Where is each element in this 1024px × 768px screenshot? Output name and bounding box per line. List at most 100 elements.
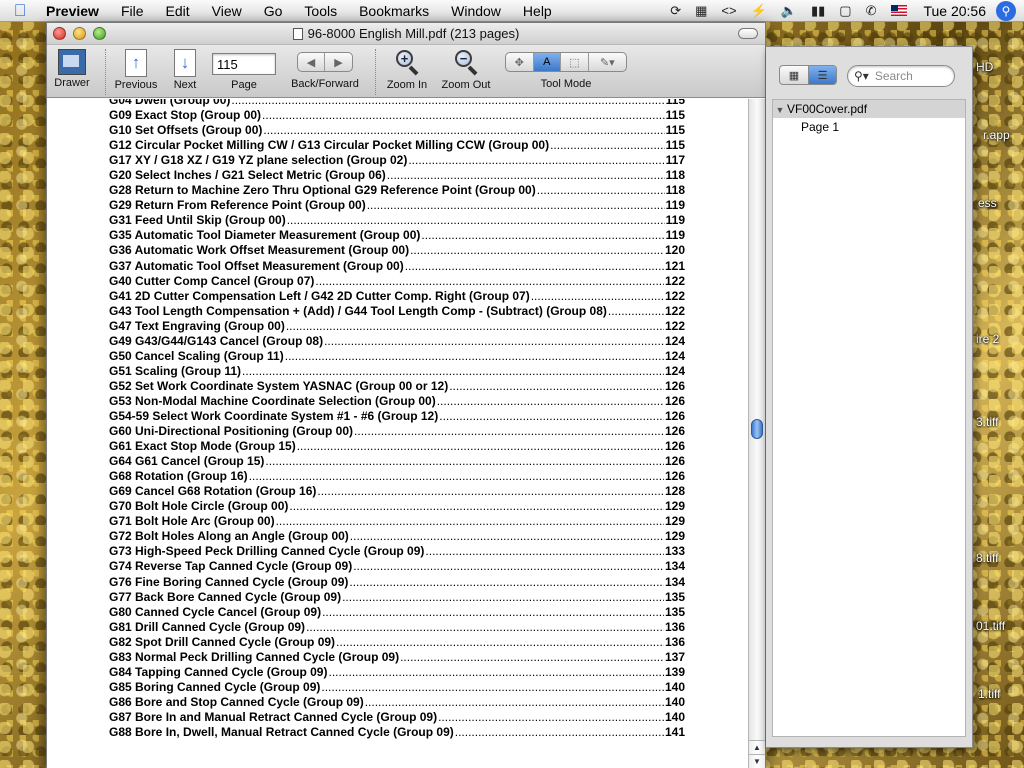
- toolbar-toggle-button[interactable]: [738, 28, 758, 39]
- outline-item-page[interactable]: Page 1: [773, 118, 965, 136]
- scroll-down-button[interactable]: ▼: [749, 754, 765, 768]
- toc-entry[interactable]: G60 Uni-Directional Positioning (Group 0…: [109, 424, 685, 439]
- toc-entry[interactable]: G43 Tool Length Compensation + (Add) / G…: [109, 304, 685, 319]
- toc-entry[interactable]: G31 Feed Until Skip (Group 00) 119: [109, 213, 685, 228]
- vertical-scrollbar[interactable]: ▲ ▼: [748, 99, 765, 768]
- desktop-label[interactable]: r.app: [983, 128, 1010, 142]
- toc-entry[interactable]: G54-59 Select Work Coordinate System #1 …: [109, 409, 685, 424]
- drawer-button[interactable]: Drawer: [49, 49, 95, 89]
- us-flag-icon[interactable]: [891, 5, 908, 16]
- desktop-label[interactable]: 1.tiff: [978, 687, 1000, 701]
- outline-view-icon[interactable]: ☰: [808, 66, 836, 84]
- close-button[interactable]: [53, 27, 66, 40]
- toc-entry[interactable]: G51 Scaling (Group 11) 124: [109, 364, 685, 379]
- toc-entry[interactable]: G85 Boring Canned Cycle (Group 09) 140: [109, 680, 685, 695]
- toc-entry[interactable]: G50 Cancel Scaling (Group 11) 124: [109, 349, 685, 364]
- menu-edit[interactable]: Edit: [155, 0, 201, 22]
- toc-entry[interactable]: G82 Spot Drill Canned Cycle (Group 09) 13…: [109, 635, 685, 650]
- toc-entry[interactable]: G53 Non-Modal Machine Coordinate Selecti…: [109, 394, 685, 409]
- menu-go[interactable]: Go: [253, 0, 294, 22]
- toc-entry[interactable]: G47 Text Engraving (Group 00) 122: [109, 319, 685, 334]
- next-button[interactable]: ↓ Next: [169, 49, 201, 91]
- desktop-label[interactable]: 3.tiff: [976, 415, 998, 429]
- toc-entry[interactable]: G37 Automatic Tool Offset Measurement (G…: [109, 259, 685, 274]
- toc-entry[interactable]: G77 Back Bore Canned Cycle (Group 09) 135: [109, 590, 685, 605]
- thumbnail-view-icon[interactable]: ▦: [780, 66, 808, 84]
- phone-icon[interactable]: ✆: [859, 3, 884, 19]
- toc-entry[interactable]: G73 High-Speed Peck Drilling Canned Cycl…: [109, 544, 685, 559]
- menu-tools[interactable]: Tools: [293, 0, 348, 22]
- toc-entry[interactable]: G17 XY / G18 XZ / G19 YZ plane selection…: [109, 153, 685, 168]
- title-bar[interactable]: 96-8000 English Mill.pdf (213 pages): [47, 23, 765, 45]
- desktop-label[interactable]: ire 2: [976, 332, 999, 346]
- zoom-button[interactable]: [93, 27, 106, 40]
- back-button[interactable]: ◀: [298, 53, 326, 71]
- document-view[interactable]: G04 Dwell (Group 00)115G09 Exact Stop (G…: [47, 99, 749, 768]
- battery-icon[interactable]: ▮▮: [804, 3, 832, 19]
- menu-bookmarks[interactable]: Bookmarks: [348, 0, 440, 22]
- power-icon[interactable]: ⚡: [744, 3, 774, 19]
- disclosure-triangle-icon[interactable]: ▼: [773, 101, 787, 119]
- clipboard-icon[interactable]: ▢: [832, 3, 858, 19]
- menu-help[interactable]: Help: [512, 0, 563, 22]
- toc-entry[interactable]: G29 Return From Reference Point (Group 0…: [109, 198, 685, 213]
- volume-icon[interactable]: 🔈: [774, 3, 804, 19]
- toc-entry[interactable]: G20 Select Inches / G21 Select Metric (G…: [109, 168, 685, 183]
- toc-entry[interactable]: G28 Return to Machine Zero Thru Optional…: [109, 183, 685, 198]
- toc-entry[interactable]: G84 Tapping Canned Cycle (Group 09) 139: [109, 665, 685, 680]
- desktop-label[interactable]: 8.tiff: [976, 551, 998, 565]
- toc-entry[interactable]: G87 Bore In and Manual Retract Canned Cy…: [109, 710, 685, 725]
- toc-entry[interactable]: G35 Automatic Tool Diameter Measurement …: [109, 228, 685, 243]
- toc-entry[interactable]: G80 Canned Cycle Cancel (Group 09) 135: [109, 605, 685, 620]
- toc-entry[interactable]: G36 Automatic Work Offset Measurement (G…: [109, 243, 685, 258]
- toc-entry[interactable]: G04 Dwell (Group 00) 115: [109, 99, 685, 108]
- desktop-label[interactable]: 01.tiff: [976, 619, 1005, 633]
- apple-menu-icon[interactable]: : [0, 1, 40, 21]
- toc-entry[interactable]: G83 Normal Peck Drilling Canned Cycle (G…: [109, 650, 685, 665]
- toc-entry[interactable]: G74 Reverse Tap Canned Cycle (Group 09) 1…: [109, 559, 685, 574]
- toc-entry[interactable]: G10 Set Offsets (Group 00) 115: [109, 123, 685, 138]
- desktop-label[interactable]: ess: [978, 196, 997, 210]
- minimize-button[interactable]: [73, 27, 86, 40]
- toc-entry[interactable]: G71 Bolt Hole Arc (Group 00) 129: [109, 514, 685, 529]
- menu-file[interactable]: File: [110, 0, 155, 22]
- toc-entry[interactable]: G72 Bolt Holes Along an Angle (Group 00)…: [109, 529, 685, 544]
- toc-entry[interactable]: G12 Circular Pocket Milling CW / G13 Cir…: [109, 138, 685, 153]
- toc-entry[interactable]: G86 Bore and Stop Canned Cycle (Group 09…: [109, 695, 685, 710]
- network-icon[interactable]: ▦: [688, 3, 714, 19]
- toc-entry[interactable]: G81 Drill Canned Cycle (Group 09) 136: [109, 620, 685, 635]
- annotate-tool-icon[interactable]: ✎▾: [589, 53, 626, 71]
- toc-entry[interactable]: G40 Cutter Comp Cancel (Group 07) 122: [109, 274, 685, 289]
- toc-entry[interactable]: G09 Exact Stop (Group 00) 115: [109, 108, 685, 123]
- script-icon[interactable]: <>: [714, 3, 743, 18]
- menu-view[interactable]: View: [201, 0, 253, 22]
- menu-window[interactable]: Window: [440, 0, 512, 22]
- toc-entry[interactable]: G68 Rotation (Group 16) 126: [109, 469, 685, 484]
- zoom-in-button[interactable]: + Zoom In: [381, 49, 433, 91]
- select-tool-icon[interactable]: ⬚: [561, 53, 589, 71]
- toc-entry[interactable]: G70 Bolt Hole Circle (Group 00) 129: [109, 499, 685, 514]
- search-field[interactable]: ⚲▾ Search: [847, 65, 955, 87]
- toc-entry[interactable]: G61 Exact Stop Mode (Group 15) 126: [109, 439, 685, 454]
- toc-entry[interactable]: G52 Set Work Coordinate System YASNAC (G…: [109, 379, 685, 394]
- toc-entry[interactable]: G76 Fine Boring Canned Cycle (Group 09) 1…: [109, 575, 685, 590]
- toc-entry[interactable]: G88 Bore In, Dwell, Manual Retract Canne…: [109, 725, 685, 740]
- sync-icon[interactable]: ⟳: [663, 3, 688, 19]
- scroll-thumb[interactable]: [751, 419, 763, 439]
- toc-entry[interactable]: G69 Cancel G68 Rotation (Group 16) 128: [109, 484, 685, 499]
- outline-item-file[interactable]: ▼ VF00Cover.pdf: [773, 100, 965, 118]
- menu-app[interactable]: Preview: [40, 0, 110, 22]
- page-number-field[interactable]: [212, 53, 276, 75]
- menu-clock[interactable]: Tue 20:56: [915, 3, 996, 19]
- toc-entry[interactable]: G49 G43/G44/G143 Cancel (Group 08) 124: [109, 334, 685, 349]
- move-tool-icon[interactable]: ✥: [506, 53, 534, 71]
- previous-button[interactable]: ↑ Previous: [111, 49, 161, 91]
- spotlight-icon[interactable]: ⚲: [996, 0, 1016, 21]
- forward-button[interactable]: ▶: [325, 53, 352, 71]
- toc-entry[interactable]: G41 2D Cutter Compensation Left / G42 2D…: [109, 289, 685, 304]
- toc-entry[interactable]: G64 G61 Cancel (Group 15) 126: [109, 454, 685, 469]
- zoom-out-button[interactable]: − Zoom Out: [437, 49, 495, 91]
- scroll-up-button[interactable]: ▲: [749, 740, 765, 754]
- text-tool-button[interactable]: A: [533, 53, 562, 71]
- desktop-label[interactable]: HD: [976, 60, 993, 74]
